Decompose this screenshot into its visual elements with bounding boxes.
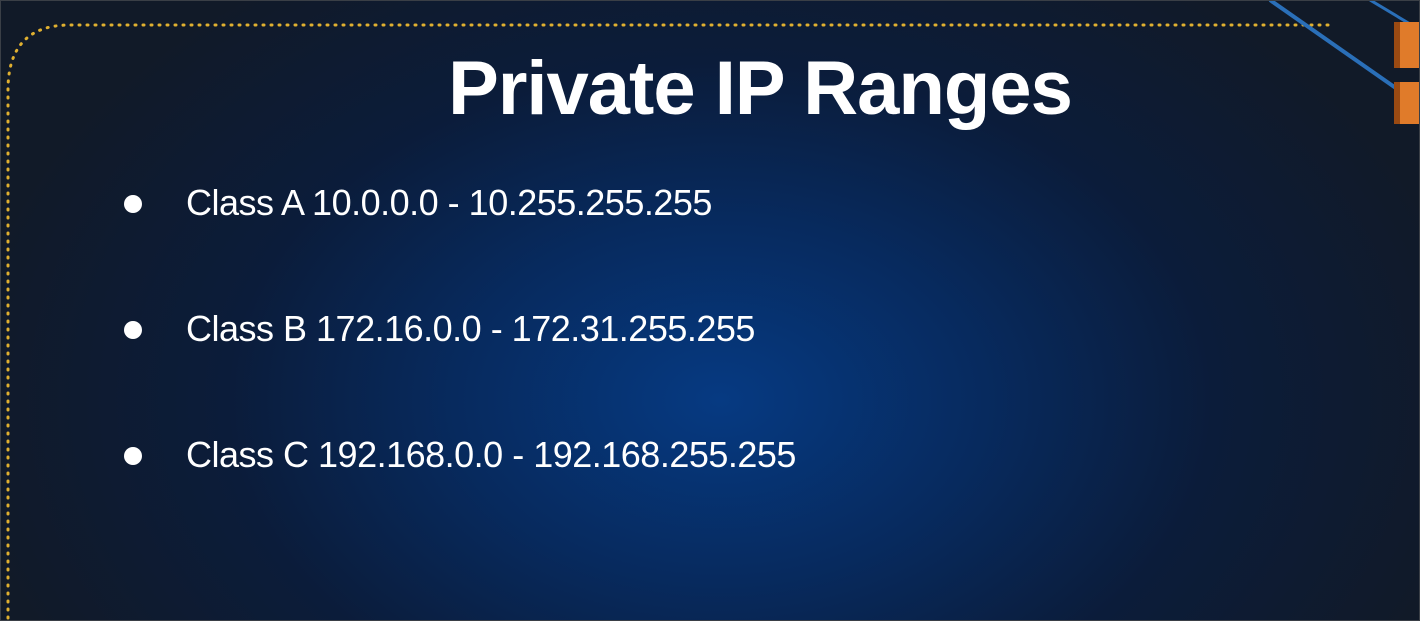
list-item: Class C 192.168.0.0 - 192.168.255.255 — [124, 428, 796, 554]
bullet-list: Class A 10.0.0.0 - 10.255.255.255 Class … — [124, 176, 796, 554]
bullet-text: Class A 10.0.0.0 - 10.255.255.255 — [186, 182, 712, 223]
list-item: Class A 10.0.0.0 - 10.255.255.255 — [124, 176, 796, 302]
bullet-dot-icon — [124, 195, 142, 213]
list-item: Class B 172.16.0.0 - 172.31.255.255 — [124, 302, 796, 428]
slide: Private IP Ranges Class A 10.0.0.0 - 10.… — [0, 0, 1420, 621]
bullet-dot-icon — [124, 447, 142, 465]
bullet-text: Class C 192.168.0.0 - 192.168.255.255 — [186, 434, 796, 475]
slide-title: Private IP Ranges — [448, 46, 1073, 131]
bullet-text: Class B 172.16.0.0 - 172.31.255.255 — [186, 308, 755, 349]
bullet-dot-icon — [124, 321, 142, 339]
